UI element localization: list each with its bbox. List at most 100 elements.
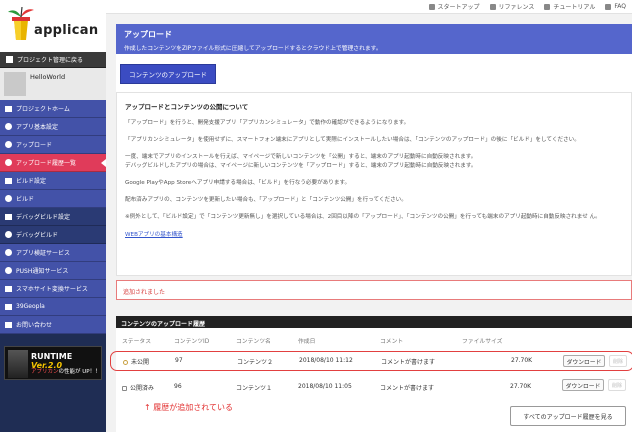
header-band: アップロード 作成したコンテンツをZIPファイル形式に圧縮してアップロードすると…: [116, 24, 632, 54]
col-created: 作成日: [298, 339, 316, 345]
info-title: アップロードとコンテンツの公開について: [125, 103, 249, 111]
sidebar-item-upload[interactable]: アップロード: [0, 136, 106, 154]
delete-button[interactable]: 削除: [608, 379, 626, 391]
sidebar-item-geopla[interactable]: 39Geopla: [0, 298, 106, 316]
upload-content-button[interactable]: コンテンツのアップロード: [120, 64, 216, 84]
smartphone-icon: [5, 285, 12, 292]
banner-person-image: [8, 350, 28, 378]
home-icon: [5, 105, 12, 112]
sidebar-item-contact[interactable]: お問い合わせ: [0, 316, 106, 334]
row-status: 未公開: [123, 357, 149, 366]
sidebar-item-project-home[interactable]: プロジェクトホーム: [0, 100, 106, 118]
row-comment: コメントが書けます: [380, 385, 435, 392]
sidebar-item-upload-history[interactable]: アップロード履歴一覧: [0, 154, 106, 172]
col-content-name: コンテンツ名: [236, 339, 271, 345]
top-bar: スタートアップ リファレンス チュートリアル FAQ: [106, 0, 632, 14]
unpublished-icon: [123, 360, 128, 365]
success-alert: 追加されました: [116, 280, 632, 300]
info-card: アップロードとコンテンツの公開について 「アップロード」を行うと、開発支援アプリ…: [116, 92, 632, 276]
published-icon: [122, 386, 127, 391]
top-link-startup[interactable]: スタートアップ: [428, 2, 480, 11]
delete-button[interactable]: 削除: [609, 355, 627, 367]
debug-settings-icon: [5, 213, 12, 220]
download-button[interactable]: ダウンロード: [562, 379, 604, 391]
project-info: HelloWorld: [0, 68, 106, 100]
project-thumbnail: [4, 72, 26, 96]
row-status-text: 公開済み: [130, 385, 155, 392]
col-comment: コメント: [380, 339, 404, 345]
sidebar-item-label: デバッグビルド設定: [16, 214, 71, 221]
info-paragraph: 「アプリカンシミュレータ」を使用せずに、スマートフォン端末にアプリとして実際にイ…: [125, 137, 580, 143]
logo-text: applican: [34, 23, 99, 38]
runtime-banner[interactable]: RUNTIME Ver.2.0 アプリカンの性能が UP！！: [4, 346, 102, 380]
col-status: ステータス: [122, 339, 151, 345]
sidebar-item-label: アップロード履歴一覧: [16, 160, 77, 167]
top-link-tutorial[interactable]: チュートリアル: [544, 2, 595, 11]
geopla-icon: [5, 303, 12, 310]
main-content: アップロード 作成したコンテンツをZIPファイル形式に圧縮してアップロードすると…: [106, 14, 632, 432]
sidebar-item-label: デバッグビルド: [16, 232, 59, 239]
banner-tagline: アプリカンの性能が UP！！: [31, 367, 101, 375]
history-added-annotation: ↑ 履歴が追加されている: [144, 403, 234, 412]
row-date: 2018/08/10 11:05: [298, 383, 352, 390]
sidebar-item-label: プロジェクトホーム: [16, 106, 70, 113]
info-paragraph: Google PlayやApp Storeへアプリ申請する場合は、「ビルド」を行…: [125, 180, 351, 186]
mail-icon: [5, 321, 12, 328]
sidebar-item-debug-build-settings[interactable]: デバッグビルド設定: [0, 208, 106, 226]
build-settings-icon: [5, 177, 12, 184]
sidebar-item-build[interactable]: ビルド: [0, 190, 106, 208]
debug-build-icon: [5, 231, 12, 238]
history-icon: [5, 159, 12, 166]
banner-title-text: RUNTIME: [31, 352, 73, 361]
view-all-history-button[interactable]: すべてのアップロード履歴を見る: [510, 406, 626, 426]
back-icon: [6, 56, 13, 63]
col-file-size: ファイルサイズ: [462, 339, 503, 345]
col-content-id: コンテンツID: [174, 339, 210, 345]
history-columns: ステータス コンテンツID コンテンツ名 作成日 コメント ファイルサイズ: [116, 336, 632, 346]
top-link-faq[interactable]: FAQ: [605, 2, 626, 11]
sidebar-item-app-settings[interactable]: アプリ基本設定: [0, 118, 106, 136]
project-name: HelloWorld: [30, 73, 66, 81]
build-icon: [5, 195, 12, 202]
upload-icon: [5, 141, 12, 148]
settings-icon: [5, 123, 12, 130]
row-date: 2018/08/10 11:12: [299, 357, 353, 364]
info-line: 一度、端末でアプリのインストールを行えば、マイページで新しいコンテンツを「公開」…: [125, 154, 477, 160]
row-status-text: 未公開: [131, 359, 150, 366]
row-size: 27.70K: [510, 383, 532, 390]
row-size: 27.70K: [511, 357, 533, 364]
tutorial-icon: [544, 3, 551, 10]
sidebar-item-label: スマホサイト変換サービス: [16, 286, 88, 293]
table-row: 未公開 97 コンテンツ２ 2018/08/10 11:12 コメントが書けます…: [110, 351, 632, 371]
info-paragraph: 一度、端末でアプリのインストールを行えば、マイページで新しいコンテンツを「公開」…: [125, 153, 623, 171]
rocket-icon: [428, 3, 435, 10]
row-comment: コメントが書けます: [381, 359, 436, 366]
top-links: スタートアップ リファレンス チュートリアル FAQ: [428, 2, 626, 11]
sidebar-item-label: アプリ基本設定: [16, 124, 59, 131]
page-title: アップロード: [124, 30, 172, 39]
back-to-projects-button[interactable]: プロジェクト管理に戻る: [0, 52, 106, 68]
history-title: コンテンツのアップロード履歴: [116, 316, 632, 328]
page-description: 作成したコンテンツをZIPファイル形式に圧縮してアップロードするとクラウド上で管…: [124, 46, 382, 52]
sidebar-item-label: ビルド設定: [16, 178, 47, 185]
sidebar: applican プロジェクト管理に戻る HelloWorld プロジェクトホー…: [0, 0, 106, 432]
row-name: コンテンツ２: [237, 359, 274, 366]
top-link-reference[interactable]: リファレンス: [489, 2, 534, 11]
sidebar-item-label: お問い合わせ: [16, 322, 53, 329]
row-name: コンテンツ１: [236, 385, 273, 392]
sidebar-item-app-verification[interactable]: アプリ検証サービス: [0, 244, 106, 262]
sidebar-item-smartphone-convert[interactable]: スマホサイト変換サービス: [0, 280, 106, 298]
faq-icon: [605, 3, 612, 10]
back-label: プロジェクト管理に戻る: [17, 57, 84, 64]
applican-logo-icon: [8, 6, 34, 40]
sidebar-item-push[interactable]: PUSH通知サービス: [0, 262, 106, 280]
row-id: 96: [174, 383, 182, 390]
web-app-structure-link[interactable]: WEBアプリの基本構造: [125, 230, 183, 238]
sidebar-item-debug-build[interactable]: デバッグビルド: [0, 226, 106, 244]
download-button[interactable]: ダウンロード: [563, 355, 605, 367]
logo-area: applican: [0, 0, 106, 52]
sidebar-item-label: アプリ検証サービス: [16, 250, 71, 257]
sidebar-item-label: PUSH通知サービス: [16, 268, 69, 275]
sidebar-item-build-settings[interactable]: ビルド設定: [0, 172, 106, 190]
row-status: 公開済み: [122, 383, 154, 392]
